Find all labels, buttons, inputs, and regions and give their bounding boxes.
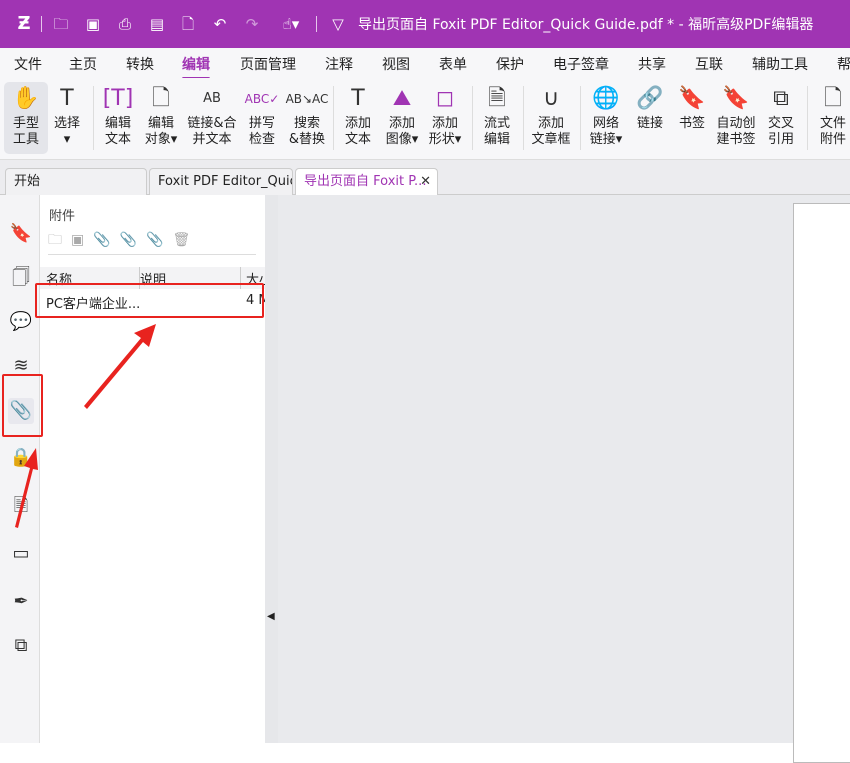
annotation-arrows — [15, 324, 156, 528]
arrow-to-row — [84, 324, 156, 409]
arrow-to-sidebar — [15, 448, 38, 528]
